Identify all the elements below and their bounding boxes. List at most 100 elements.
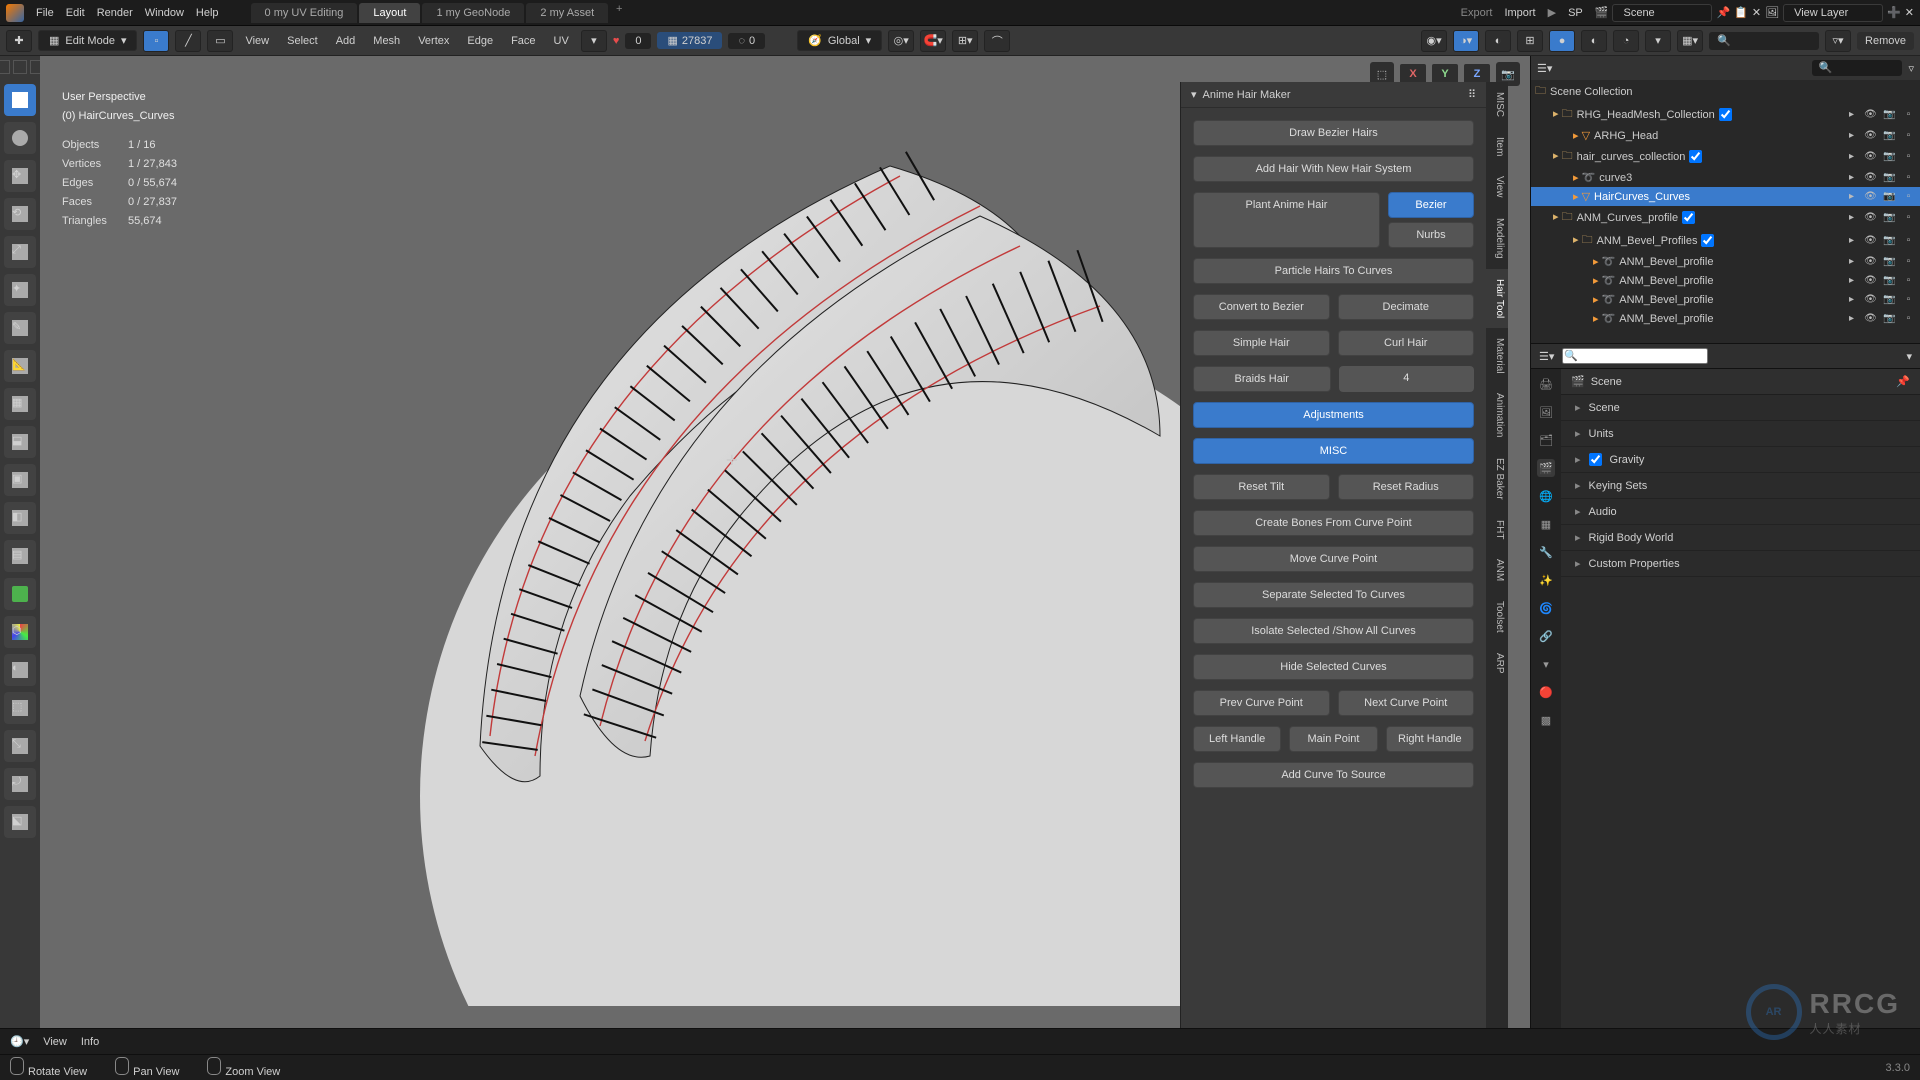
scene-copy-icon[interactable]: 📋 — [1734, 6, 1748, 19]
braids-hair-button[interactable]: Braids Hair — [1193, 366, 1331, 392]
curve-icon[interactable]: ⌒ — [984, 30, 1010, 52]
selmode-edge-icon[interactable]: ╱ — [175, 30, 201, 52]
section-gravity[interactable]: ▸Gravity — [1561, 447, 1920, 473]
disable-icon[interactable]: ▫ — [1901, 273, 1916, 288]
restrict-select-icon[interactable]: ▸ — [1844, 128, 1859, 143]
ptab-data-icon[interactable]: ▾ — [1537, 655, 1555, 673]
section-units[interactable]: ▸Units — [1561, 421, 1920, 447]
add-workspace-button[interactable]: + — [610, 3, 628, 23]
3d-viewport[interactable]: ⬚ X Y Z 📷 User Perspective (0) HairCurve… — [40, 56, 1530, 1080]
tool-slide[interactable]: ⤡ — [4, 730, 36, 762]
tool-loopcut[interactable]: ▤ — [4, 540, 36, 572]
bezier-toggle[interactable]: Bezier — [1388, 192, 1474, 218]
scene-pin-icon[interactable]: 📌 — [1896, 375, 1910, 388]
restrict-select-icon[interactable]: ▸ — [1844, 311, 1859, 326]
hide-render-icon[interactable]: 📷 — [1882, 170, 1897, 185]
orientation-dropdown[interactable]: 🧭Global▾ — [797, 30, 882, 51]
collection-enable-checkbox[interactable] — [1719, 108, 1732, 121]
remove-button[interactable]: Remove — [1857, 32, 1914, 50]
separate-curves-button[interactable]: Separate Selected To Curves — [1193, 582, 1474, 608]
outliner-row[interactable]: ▸ 🗀RHG_HeadMesh_Collection▸👁📷▫ — [1531, 103, 1920, 126]
disable-icon[interactable]: ▫ — [1901, 292, 1916, 307]
ptab-particle-icon[interactable]: ✨ — [1537, 571, 1555, 589]
outliner-row[interactable]: ▸ ➰ANM_Bevel_profile▸👁📷▫ — [1531, 252, 1920, 271]
hide-viewport-icon[interactable]: 👁 — [1863, 292, 1878, 307]
ptab-render-icon[interactable]: 🖨 — [1537, 375, 1555, 393]
axis-z[interactable]: Z — [1464, 64, 1490, 84]
disable-icon[interactable]: ▫ — [1901, 254, 1916, 269]
vis-gizmo-icon[interactable]: ◉▾ — [1421, 30, 1447, 52]
disable-icon[interactable]: ▫ — [1901, 210, 1916, 225]
outliner-row[interactable]: ▸ ➰curve3▸👁📷▫ — [1531, 168, 1920, 187]
pivot-icon[interactable]: ◎▾ — [888, 30, 914, 52]
props-options-icon[interactable]: ▾ — [1906, 350, 1912, 363]
sp-button[interactable]: SP — [1568, 7, 1583, 19]
create-bones-button[interactable]: Create Bones From Curve Point — [1193, 510, 1474, 536]
xray-icon[interactable]: ◐ — [1485, 30, 1511, 52]
restrict-select-icon[interactable]: ▸ — [1844, 107, 1859, 122]
outliner-search-input[interactable] — [1812, 60, 1902, 76]
reset-tilt-button[interactable]: Reset Tilt — [1193, 474, 1330, 500]
isolate-curves-button[interactable]: Isolate Selected /Show All Curves — [1193, 618, 1474, 644]
viewlayer-name-field[interactable]: View Layer — [1783, 4, 1883, 22]
hide-render-icon[interactable]: 📷 — [1882, 149, 1897, 164]
ptab-viewlayer-icon[interactable]: 🗂 — [1537, 431, 1555, 449]
tool-polybuild[interactable]: ⬡ — [4, 616, 36, 648]
hdr-view[interactable]: View — [239, 35, 275, 47]
next-curve-point-button[interactable]: Next Curve Point — [1338, 690, 1475, 716]
editor-type-icon[interactable]: ✚ — [6, 30, 32, 52]
particle-to-curves-button[interactable]: Particle Hairs To Curves — [1193, 258, 1474, 284]
hide-render-icon[interactable]: 📷 — [1882, 254, 1897, 269]
ptab-constraint-icon[interactable]: 🔗 — [1537, 627, 1555, 645]
hdr-edge[interactable]: Edge — [461, 35, 499, 47]
tool-transform[interactable]: ✦ — [4, 274, 36, 306]
hide-render-icon[interactable]: 📷 — [1882, 210, 1897, 225]
disable-icon[interactable]: ▫ — [1901, 233, 1916, 248]
ntab-modeling[interactable]: Modeling — [1486, 208, 1508, 269]
collection-enable-checkbox[interactable] — [1682, 211, 1695, 224]
convert-bezier-button[interactable]: Convert to Bezier — [1193, 294, 1330, 320]
ntab-animation[interactable]: Animation — [1486, 383, 1508, 447]
header-search-input[interactable] — [1709, 32, 1819, 50]
simple-hair-button[interactable]: Simple Hair — [1193, 330, 1330, 356]
disable-icon[interactable]: ▫ — [1901, 128, 1916, 143]
left-handle-button[interactable]: Left Handle — [1193, 726, 1281, 752]
tool-addcube[interactable]: ▦ — [4, 388, 36, 420]
outliner-row[interactable]: ▸ ▽HairCurves_Curves▸👁📷▫ — [1531, 187, 1920, 206]
hide-viewport-icon[interactable]: 👁 — [1863, 189, 1878, 204]
outliner-row[interactable]: ▸ 🗀ANM_Curves_profile▸👁📷▫ — [1531, 206, 1920, 229]
ptab-material-icon[interactable]: 🔴 — [1537, 683, 1555, 701]
misc-button[interactable]: MISC — [1193, 438, 1474, 464]
tab-geonode[interactable]: 1 my GeoNode — [422, 3, 524, 23]
hide-render-icon[interactable]: 📷 — [1882, 189, 1897, 204]
hide-render-icon[interactable]: 📷 — [1882, 128, 1897, 143]
hide-curves-button[interactable]: Hide Selected Curves — [1193, 654, 1474, 680]
tool-spin[interactable]: ◐ — [4, 654, 36, 686]
tab-uvediting[interactable]: 0 my UV Editing — [251, 3, 358, 23]
scene-delete-icon[interactable]: ✕ — [1752, 6, 1761, 19]
props-editor-icon[interactable]: ☰▾ — [1539, 350, 1554, 363]
tool-shrink[interactable]: ⤾ — [4, 768, 36, 800]
hide-render-icon[interactable]: 📷 — [1882, 292, 1897, 307]
hdr-face[interactable]: Face — [505, 35, 541, 47]
filter-icon[interactable]: ▿▾ — [1825, 30, 1851, 52]
shading-solid-icon[interactable]: ● — [1549, 30, 1575, 52]
axis-y[interactable]: Y — [1432, 64, 1458, 84]
curl-hair-button[interactable]: Curl Hair — [1338, 330, 1475, 356]
import-button[interactable]: Import — [1504, 7, 1535, 19]
reset-radius-button[interactable]: Reset Radius — [1338, 474, 1475, 500]
disable-icon[interactable]: ▫ — [1901, 311, 1916, 326]
scene-pin-icon[interactable]: 📌 — [1716, 6, 1730, 19]
tool-measure[interactable]: 📐 — [4, 350, 36, 382]
panel-grip-icon[interactable]: ⠿ — [1468, 88, 1476, 101]
export-button[interactable]: Export — [1461, 7, 1493, 19]
disable-icon[interactable]: ▫ — [1901, 189, 1916, 204]
hdr-select[interactable]: Select — [281, 35, 324, 47]
right-handle-button[interactable]: Right Handle — [1386, 726, 1474, 752]
add-curve-source-button[interactable]: Add Curve To Source — [1193, 762, 1474, 788]
section-keying[interactable]: ▸Keying Sets — [1561, 473, 1920, 499]
section-audio[interactable]: ▸Audio — [1561, 499, 1920, 525]
outliner-row[interactable]: ▸ 🗀ANM_Bevel_Profiles▸👁📷▫ — [1531, 229, 1920, 252]
tab-layout[interactable]: Layout — [359, 3, 420, 23]
tool-select-box[interactable] — [4, 84, 36, 116]
